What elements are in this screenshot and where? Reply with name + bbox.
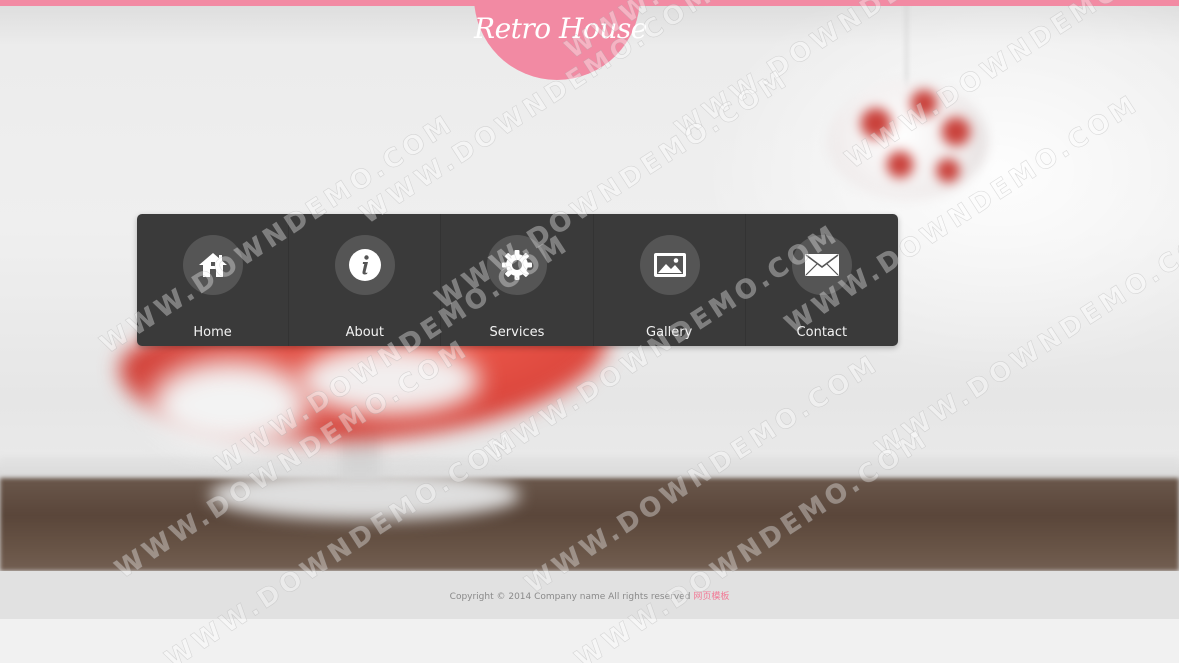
info-icon-circle [335,235,396,295]
footer-copyright-line: Copyright © 2014 Company name All rights… [0,589,1179,602]
info-icon [349,249,382,281]
copyright-text: Copyright © 2014 Company name All rights… [449,592,694,602]
main-nav: Home About Services Gallery Contact [137,214,898,346]
gear-icon [502,250,533,280]
image-icon [653,253,686,277]
image-icon-circle [639,235,700,295]
footer: Copyright © 2014 Company name All rights… [0,571,1179,619]
pendant-lamp [828,82,988,200]
gear-icon-circle [487,235,548,295]
nav-item-services[interactable]: Services [441,214,594,346]
nav-item-about[interactable]: About [289,214,442,346]
home-icon-circle [183,235,243,295]
nav-item-gallery[interactable]: Gallery [594,214,746,346]
page: Retro House Home About Services Gallery … [0,0,1179,663]
wood-floor [0,478,1179,571]
nav-item-contact[interactable]: Contact [746,214,898,346]
mail-icon-circle [791,235,852,295]
chair-inner [300,345,480,415]
chair-cushion [150,360,310,450]
footer-template-link[interactable]: 网页模板 [693,592,729,602]
nav-label-home: Home [193,325,232,340]
lamp-cord [905,0,908,90]
mail-icon [804,254,839,276]
nav-label-gallery: Gallery [646,325,693,340]
nav-label-contact: Contact [796,325,848,340]
page-bottom [0,619,1179,663]
nav-label-about: About [345,325,384,340]
nav-label-services: Services [489,325,545,340]
site-logo[interactable]: Retro House [474,12,647,45]
nav-item-home[interactable]: Home [137,214,290,346]
home-icon [199,253,227,277]
